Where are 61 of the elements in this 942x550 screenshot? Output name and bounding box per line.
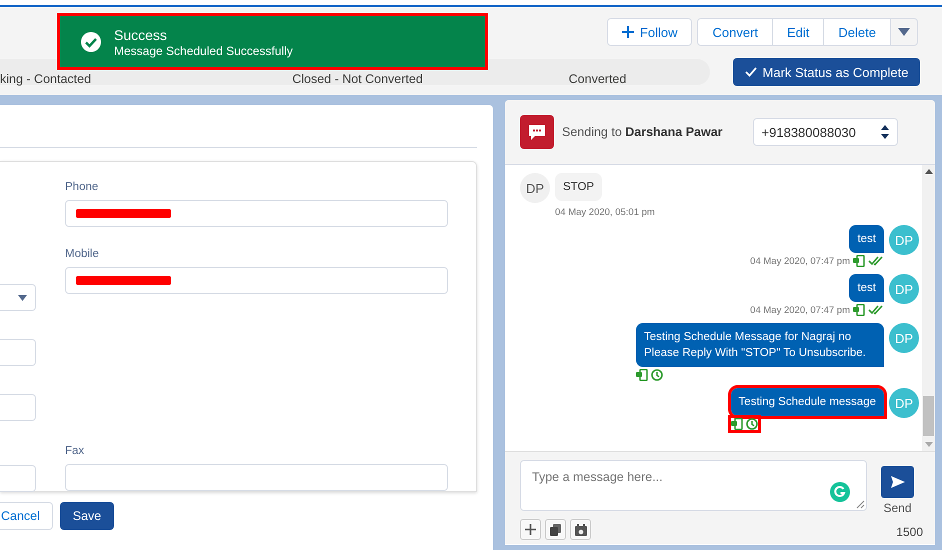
scroll-up-icon[interactable] [924, 169, 932, 174]
path-stage[interactable]: Converted [568, 58, 626, 86]
send-icon [890, 476, 904, 488]
recipient-label: Sending to Darshana Pawar [562, 125, 723, 139]
message-bubble: Testing Schedule message [730, 388, 884, 416]
input-field[interactable] [0, 394, 36, 421]
save-button[interactable]: Save [60, 502, 114, 530]
input-field[interactable] [65, 267, 448, 294]
template-button[interactable] [545, 519, 566, 540]
character-counter: 1500 [896, 524, 923, 538]
scroll-thumb[interactable] [923, 396, 934, 436]
action-button[interactable]: Delete [823, 18, 891, 46]
mark-complete-button[interactable]: Mark Status as Complete [733, 58, 920, 86]
dropdown-field[interactable] [0, 284, 36, 311]
message-time: 04 May 2020, 07:47 pm [750, 256, 850, 266]
send-label: Send [883, 501, 912, 515]
chat-bubble-icon [520, 115, 554, 149]
follow-button[interactable]: Follow [606, 18, 692, 46]
schedule-button[interactable] [570, 519, 591, 540]
input-field[interactable] [0, 339, 36, 366]
caret-icon [18, 294, 27, 300]
action-button[interactable]: Edit [772, 18, 824, 46]
input-field[interactable] [65, 464, 448, 491]
more-actions-button[interactable] [890, 18, 918, 46]
resize-handle-icon[interactable] [856, 500, 865, 509]
success-icon [80, 30, 102, 52]
cancel-button[interactable]: Cancel [0, 502, 53, 530]
message-bubble: test [849, 225, 884, 253]
message-bubble: Testing Schedule Message for Nagraj no Please Reply With "STOP" To Unsubscribe. [636, 323, 884, 367]
avatar: DP [889, 225, 919, 255]
avatar: DP [889, 388, 919, 418]
plus-icon [525, 524, 536, 535]
message-time: 04 May 2020, 07:47 pm [750, 304, 850, 316]
toast-message: Message Scheduled Successfully [114, 44, 293, 58]
toast-title: Success [114, 26, 168, 44]
message-bubble: test [849, 274, 884, 302]
message-time: 04 May 2020, 05:01 pm [555, 207, 655, 218]
action-button[interactable]: Convert [697, 18, 774, 46]
documents-icon [550, 524, 561, 536]
add-button[interactable] [520, 519, 541, 540]
phone-select[interactable]: +918380088030 [752, 118, 898, 146]
calendar-icon [574, 524, 586, 536]
input-field[interactable] [0, 465, 36, 492]
send-button[interactable] [881, 466, 914, 498]
message-bubble: STOP [555, 173, 602, 201]
spinner-arrows-icon [880, 125, 889, 139]
plus-icon [622, 26, 634, 38]
field-label: Mobile [65, 247, 100, 261]
path-stage[interactable]: king - Contacted [0, 58, 92, 86]
check-icon [744, 67, 757, 77]
message-input[interactable]: Type a message here... [520, 460, 867, 511]
avatar: DP [889, 274, 919, 304]
grammar-assistant-icon[interactable] [830, 482, 850, 502]
avatar: DP [520, 173, 550, 203]
field-label: Phone [65, 180, 100, 194]
caret-icon [898, 28, 910, 36]
scroll-down-icon[interactable] [924, 442, 932, 447]
field-label: Fax [65, 444, 86, 458]
avatar: DP [889, 323, 919, 353]
scrollbar[interactable] [922, 165, 935, 451]
input-field[interactable] [65, 200, 448, 227]
